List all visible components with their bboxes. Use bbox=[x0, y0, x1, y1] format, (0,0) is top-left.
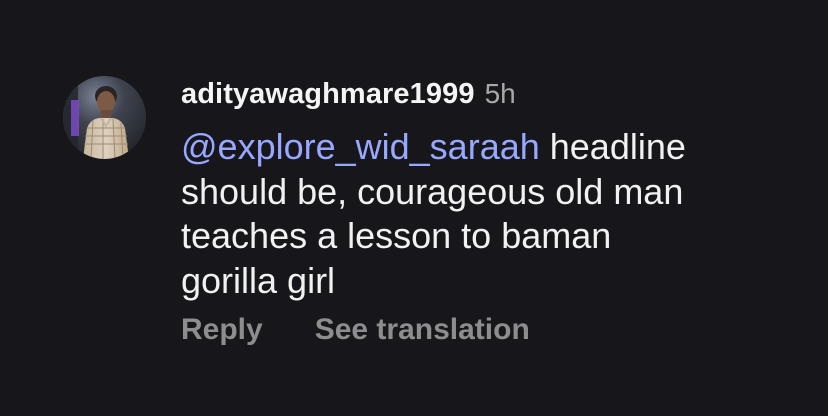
comment-meta: adityawaghmare1999 5h bbox=[181, 80, 801, 109]
comment-text: @explore_wid_saraah headline should be, … bbox=[181, 125, 801, 303]
reply-button[interactable]: Reply bbox=[181, 315, 263, 345]
see-translation-button[interactable]: See translation bbox=[315, 315, 530, 345]
comment-content: adityawaghmare1999 5h @explore_wid_saraa… bbox=[181, 72, 801, 345]
timestamp: 5h bbox=[484, 78, 516, 109]
comment-actions: Reply See translation bbox=[181, 315, 801, 345]
comment-item: adityawaghmare1999 5h @explore_wid_saraa… bbox=[63, 72, 803, 345]
comment-line-4: gorilla girl bbox=[181, 259, 336, 301]
mention-link[interactable]: @explore_wid_saraah bbox=[181, 126, 540, 167]
comment-line-1: @explore_wid_saraah headline bbox=[181, 125, 801, 170]
avatar[interactable] bbox=[63, 76, 146, 159]
comment-text-segment: headline bbox=[539, 126, 686, 167]
username[interactable]: adityawaghmare1999 bbox=[181, 80, 475, 109]
comment-line-2: should be, courageous old man bbox=[181, 170, 684, 212]
avatar-image bbox=[63, 76, 146, 159]
comment-line-3: teaches a lesson to baman bbox=[181, 215, 612, 256]
